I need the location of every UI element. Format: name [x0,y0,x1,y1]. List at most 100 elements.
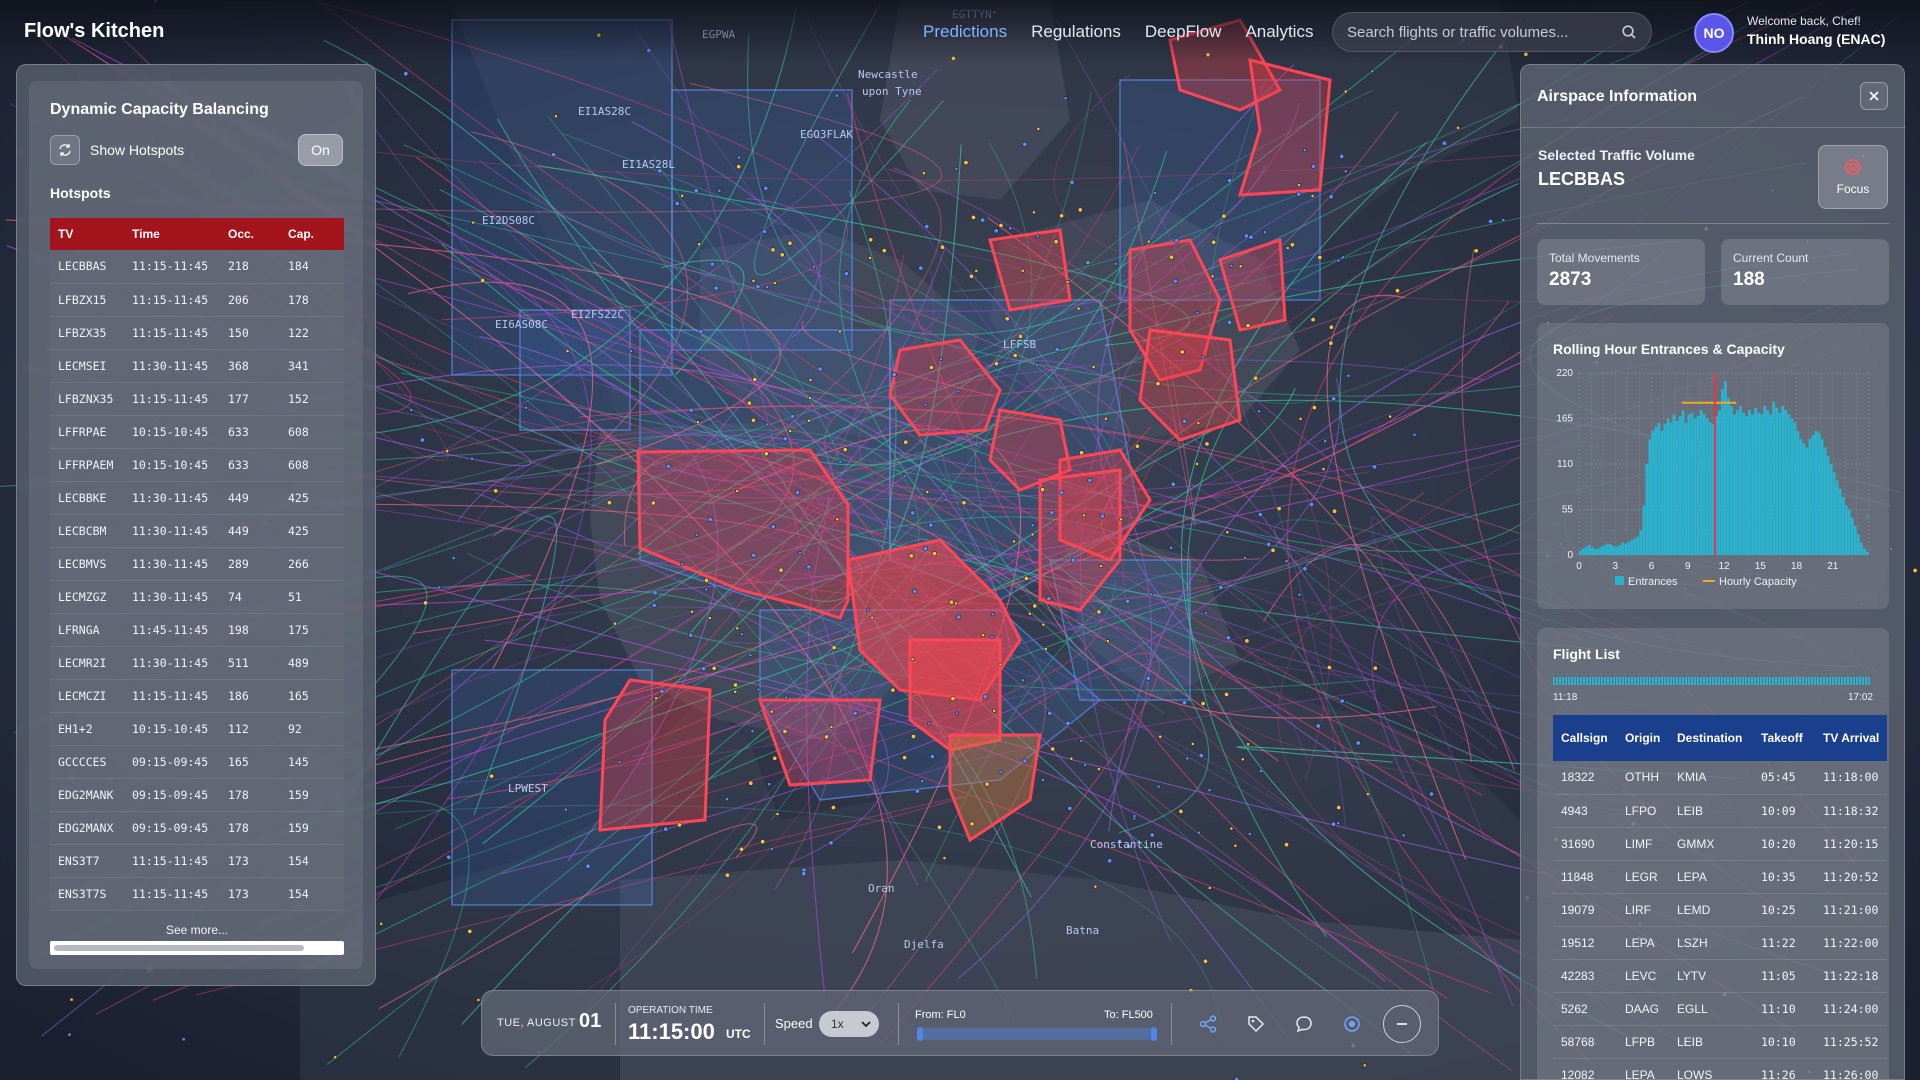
date-label: TUE, AUGUST [497,1017,576,1029]
hotspot-row[interactable]: LECMZGZ 11:30-11:45 74 51 [50,580,344,614]
flight-tv-arrival: 11:22:18 [1815,959,1887,993]
flight-takeoff: 10:35 [1753,860,1815,894]
hotspot-row[interactable]: LECMR2I 11:30-11:45 511 489 [50,646,344,680]
hotspot-tv: LFBZNX35 [50,382,124,416]
hotspot-row[interactable]: LFFRPAEM 10:15-10:45 633 608 [50,448,344,482]
focus-button[interactable]: Focus [1818,145,1888,209]
flight-timeline-strip[interactable] [1553,676,1871,686]
slider-handle-min[interactable] [917,1027,923,1041]
hotspot-row[interactable]: GCCCCES 09:15-09:45 165 145 [50,745,344,779]
hotspot-occupancy: 198 [220,613,280,647]
flight-destination: LEIB [1669,1025,1753,1059]
see-more-link[interactable]: See more... [50,923,344,937]
hotspot-row[interactable]: LECMSEI 11:30-11:45 368 341 [50,349,344,383]
col-origin[interactable]: Origin [1617,715,1669,761]
close-button[interactable] [1860,82,1888,110]
nav-regulations[interactable]: Regulations [1031,22,1121,42]
entrance-bar [1820,439,1824,555]
hotspot-row[interactable]: ENS3T7 11:15-11:45 173 154 [50,844,344,878]
hotspot-row[interactable]: LECBCBM 11:30-11:45 449 425 [50,514,344,548]
share-icon[interactable] [1195,1011,1221,1037]
hotspot-row[interactable]: LECBBKE 11:30-11:45 449 425 [50,481,344,515]
timeline-tick [1745,677,1747,685]
app-title[interactable]: Flow's Kitchen [24,20,164,43]
horizontal-scrollbar[interactable] [50,941,344,955]
entrance-bar [1784,410,1788,555]
avatar[interactable]: NO [1694,13,1734,53]
hotspot-occupancy: 178 [220,811,280,845]
timeline-tick [1751,677,1753,685]
nav-deepflow[interactable]: DeepFlow [1145,22,1222,42]
search-icon[interactable] [1621,24,1637,40]
hotspot-row[interactable]: LFBZNX35 11:15-11:45 177 152 [50,382,344,416]
speed-select[interactable]: 1x [819,1011,879,1037]
hotspot-capacity: 154 [280,877,344,911]
hotspot-row[interactable]: ENS3T7S 11:15-11:45 173 154 [50,877,344,911]
operation-time[interactable]: 11:15:00 [628,1019,715,1045]
hotspot-capacity: 152 [280,382,344,416]
flight-row[interactable]: 19079 LIRF LEMD 10:25 11:21:00 [1553,893,1887,927]
hotspot-row[interactable]: EDG2MANK 09:15-09:45 178 159 [50,778,344,812]
flight-row[interactable]: 31690 LIMF GMMX 10:20 11:20:15 [1553,827,1887,861]
map-label: Oran [868,882,895,895]
col-time[interactable]: Time [124,218,220,250]
flight-row[interactable]: 58768 LFPB LEIB 10:10 11:25:52 [1553,1025,1887,1059]
flight-row[interactable]: 4943 LFPO LEIB 10:09 11:18:32 [1553,794,1887,828]
timeline-tick [1700,677,1702,685]
flight-level-slider[interactable] [917,1027,1157,1041]
hotspot-occupancy: 150 [220,316,280,350]
entrance-bar [1594,549,1597,555]
collapse-button[interactable] [1383,1005,1421,1043]
col-tv[interactable]: TV [50,218,124,250]
entrance-bar [1675,420,1679,555]
scrollbar-thumb[interactable] [54,945,304,951]
flight-row[interactable]: 42283 LEVC LYTV 11:05 11:22:18 [1553,959,1887,993]
hotspot-row[interactable]: LFBZX15 11:15-11:45 206 178 [50,283,344,317]
flight-row[interactable]: 5262 DAAG EGLL 11:10 11:24:00 [1553,992,1887,1026]
hotspot-row[interactable]: LFBZX35 11:15-11:45 150 122 [50,316,344,350]
rolling-hour-chart[interactable]: 0 55 110 165 220 0 3 6 9 12 15 18 21 Entrances Hourly … [1537,323,1889,609]
hotspot-row[interactable]: LECBBAS 11:15-11:45 218 184 [50,250,344,284]
entrance-bar [1621,542,1625,555]
flight-row[interactable]: 11848 LEGR LEPA 10:35 11:20:52 [1553,860,1887,894]
panel-title: Dynamic Capacity Balancing [50,101,269,118]
hotspots-toggle[interactable]: On [298,134,343,166]
playback-controls: TUE, AUGUST 01 OPERATION TIME 11:15:00 U… [481,990,1439,1056]
show-hotspots-label: Show Hotspots [90,142,185,158]
hotspot-tv: LFFRPAEM [50,448,124,482]
chat-icon[interactable] [1291,1011,1317,1037]
flight-row[interactable]: 19512 LEPA LSZH 11:22 11:22:00 [1553,926,1887,960]
flight-row[interactable]: 12082 LEPA LOWS 11:26 11:26:00 [1553,1058,1887,1080]
hotspot-row[interactable]: LECBMVS 11:30-11:45 289 266 [50,547,344,581]
col-occ[interactable]: Occ. [220,218,280,250]
entrance-bar [1672,414,1676,555]
hotspot-time: 09:15-09:45 [124,778,220,812]
col-destination[interactable]: Destination [1669,715,1753,761]
nav-analytics[interactable]: Analytics [1245,22,1313,42]
entrance-bar [1702,414,1706,555]
col-tv-arrival[interactable]: TV Arrival [1815,715,1887,761]
flight-row[interactable]: 18322 OTHH KMIA 05:45 11:18:00 [1553,761,1887,795]
hotspot-time: 10:15-10:45 [124,712,220,746]
hotspot-row[interactable]: LECMCZI 11:15-11:45 186 165 [50,679,344,713]
col-cap[interactable]: Cap. [280,218,344,250]
entrance-bar [1642,505,1646,555]
refresh-icon[interactable] [50,135,80,165]
hotspot-row[interactable]: EH1+2 10:15-10:45 112 92 [50,712,344,746]
hotspot-row[interactable]: LFFRPAE 10:15-10:45 633 608 [50,415,344,449]
nav-predictions[interactable]: Predictions [923,22,1007,42]
search-input[interactable] [1347,23,1621,41]
hotspot-row[interactable]: EDG2MANX 09:15-09:45 178 159 [50,811,344,845]
flight-callsign: 58768 [1553,1025,1617,1059]
hotspot-row[interactable]: LFRNGA 11:45-11:45 198 175 [50,613,344,647]
hotspot-capacity: 489 [280,646,344,680]
tag-icon[interactable] [1243,1011,1269,1037]
col-takeoff[interactable]: Takeoff [1753,715,1815,761]
timeline-tick [1757,677,1759,685]
location-pin-icon[interactable] [1339,1011,1365,1037]
day-number[interactable]: 01 [579,1010,601,1033]
col-callsign[interactable]: Callsign [1553,715,1617,761]
entrance-bar [1790,418,1794,555]
slider-handle-max[interactable] [1151,1027,1157,1041]
entrance-bar [1669,422,1673,555]
